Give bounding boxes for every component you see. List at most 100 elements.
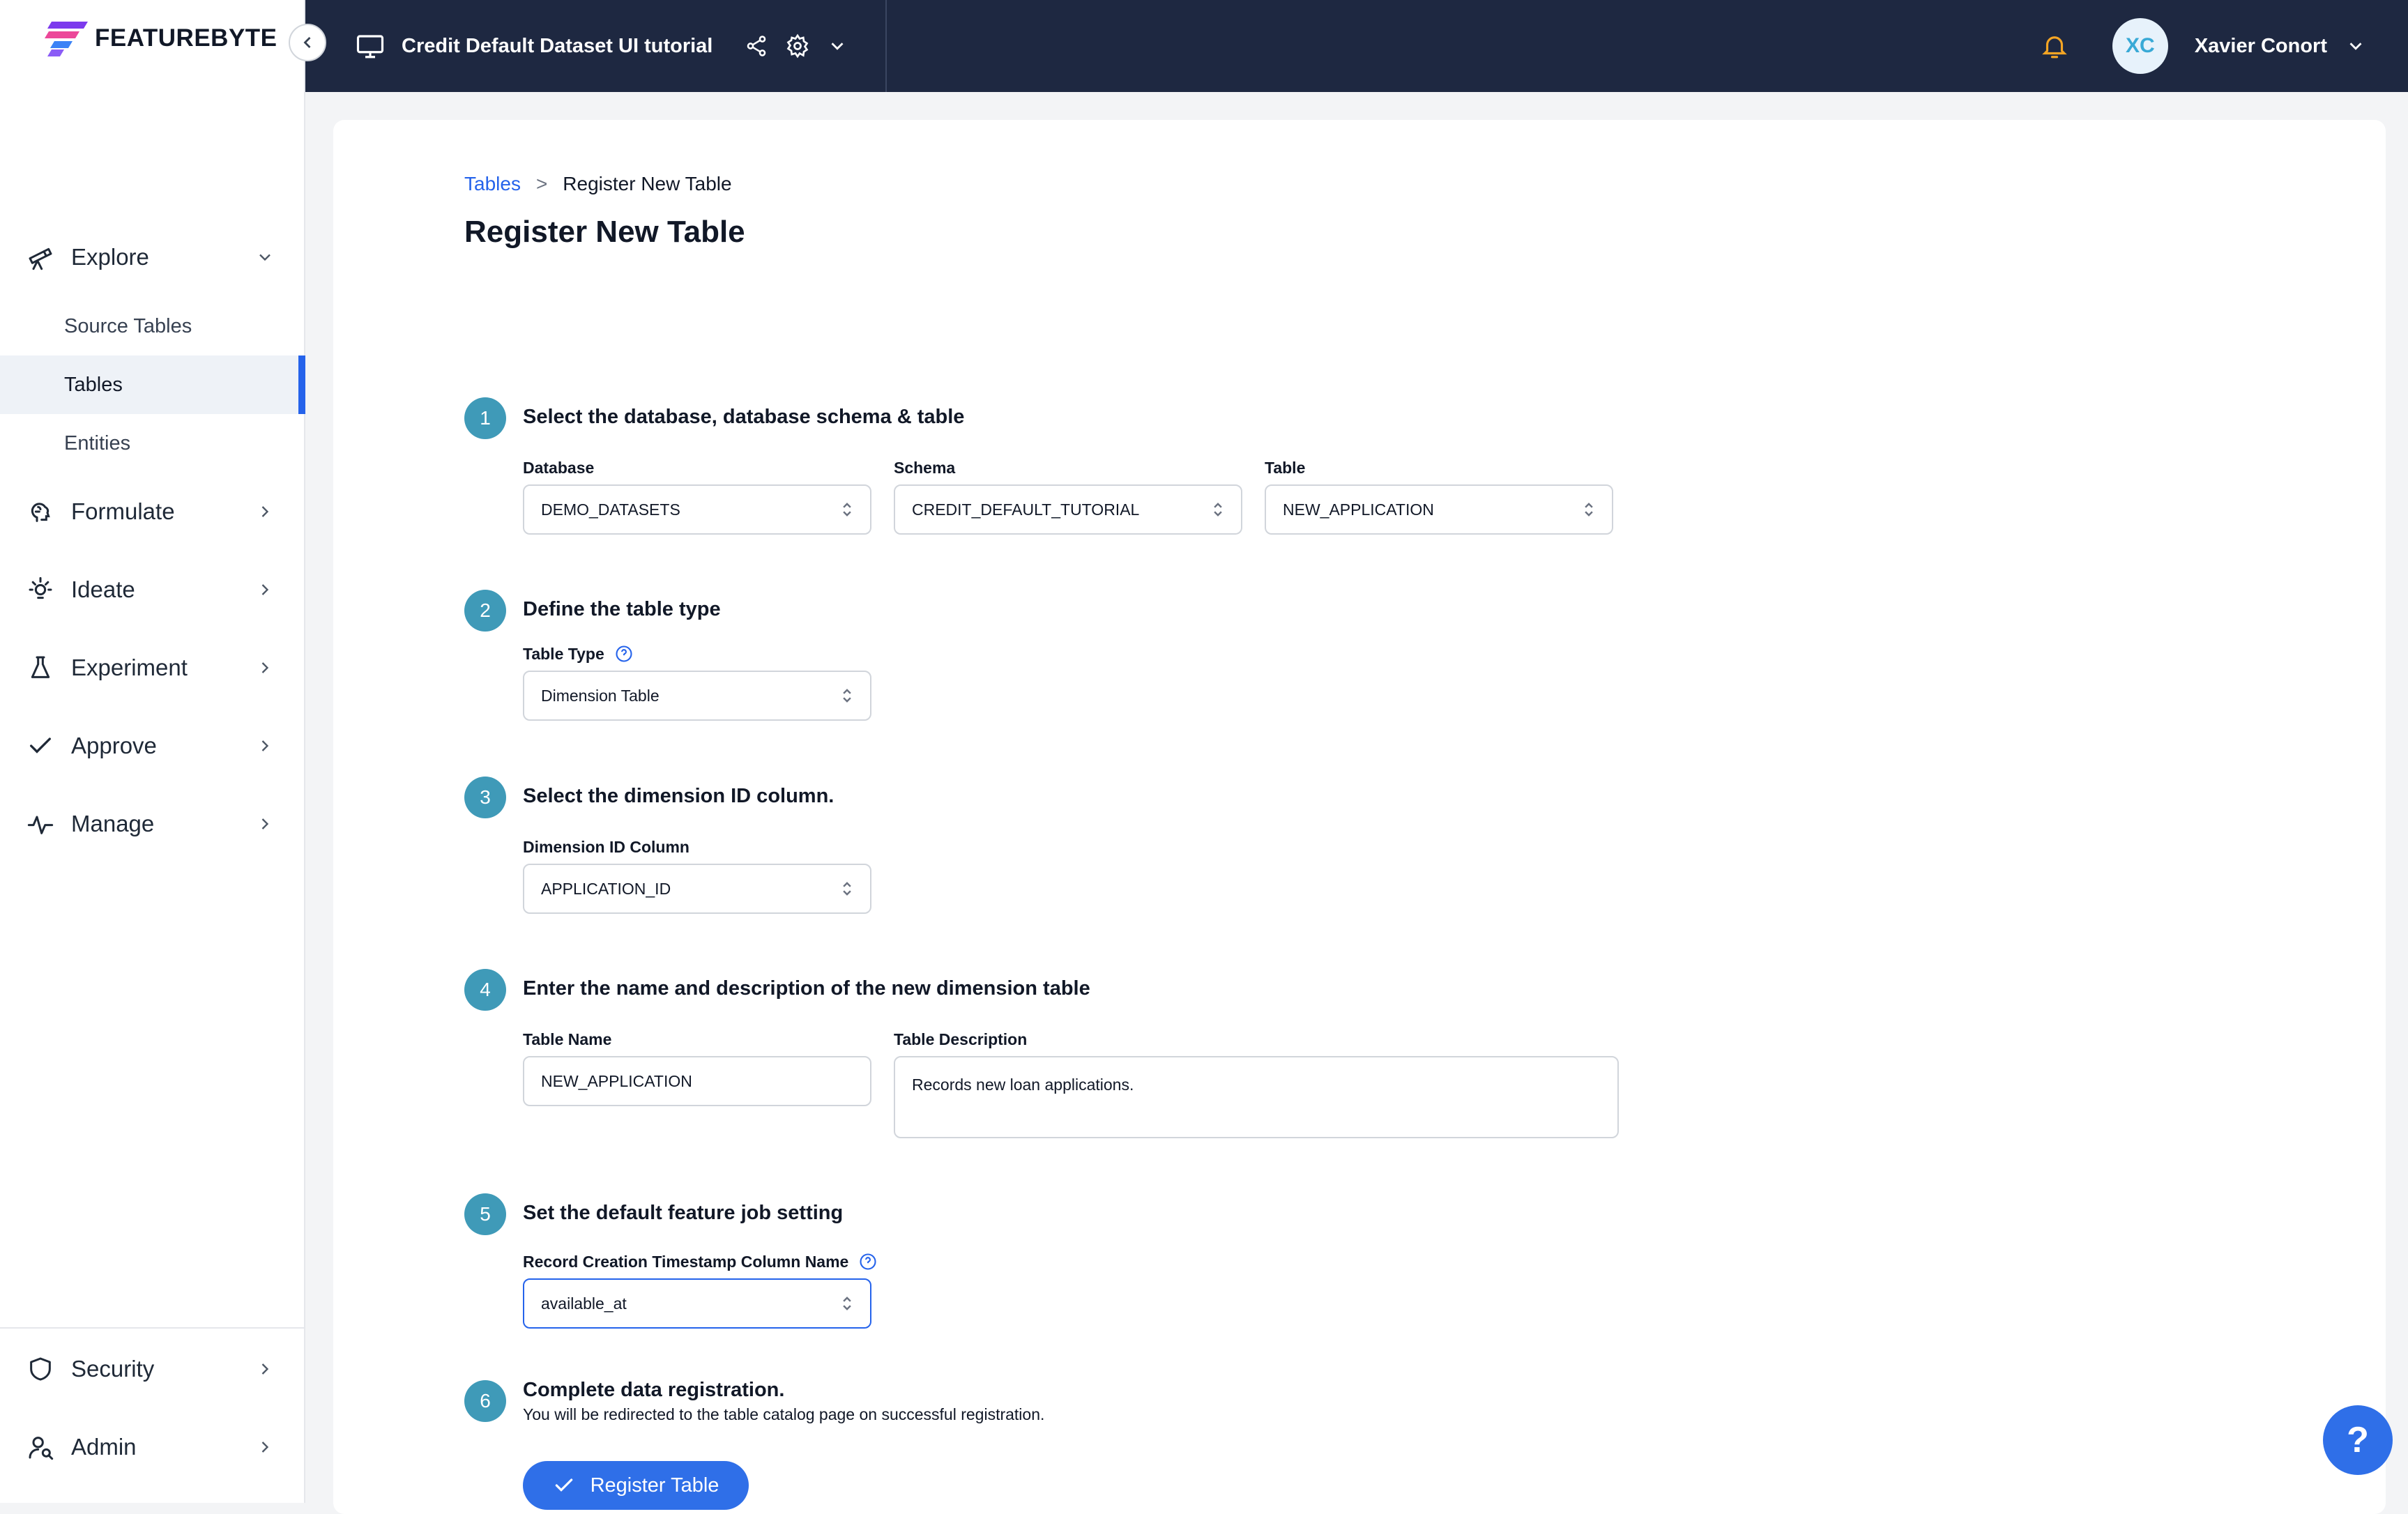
logo[interactable]: FEATUREBYTE xyxy=(45,18,277,59)
breadcrumb: Tables > Register New Table xyxy=(464,173,2138,195)
chevron-down-icon[interactable] xyxy=(827,36,848,56)
page-title: Register New Table xyxy=(464,215,745,249)
dimension-id-select[interactable]: APPLICATION_ID xyxy=(523,864,871,914)
field-label: Table Type xyxy=(523,644,871,664)
field-label: Table xyxy=(1265,459,1306,477)
sidebar-item-ideate[interactable]: Ideate xyxy=(0,560,305,619)
sidebar-item-label: Explore xyxy=(71,244,149,270)
field-label-text: Record Creation Timestamp Column Name xyxy=(523,1252,849,1271)
chevron-right-icon xyxy=(261,1442,269,1453)
record-timestamp-select[interactable]: available_at xyxy=(523,1278,871,1329)
user-search-icon xyxy=(29,1437,54,1460)
select-arrows-icon xyxy=(1585,503,1593,517)
table-description-textarea[interactable]: Records new loan applications. xyxy=(894,1056,1619,1138)
select-arrows-icon xyxy=(843,882,851,896)
schema-field: Schema CREDIT_DEFAULT_TUTORIAL xyxy=(894,459,1242,535)
step-number: 6 xyxy=(464,1380,506,1422)
sidebar-item-admin[interactable]: Admin xyxy=(0,1418,305,1476)
step-title: Select the database, database schema & t… xyxy=(523,406,965,428)
help-button[interactable]: ? xyxy=(2323,1405,2393,1475)
avatar[interactable]: XC xyxy=(2112,18,2168,74)
select-value: Dimension Table xyxy=(541,686,660,705)
select-arrows-icon xyxy=(843,503,851,517)
field-label-text: Table Type xyxy=(523,644,604,663)
chevron-down-icon xyxy=(259,254,270,261)
chevron-right-icon xyxy=(261,506,269,517)
brain-icon xyxy=(31,503,50,522)
featurebyte-logo-icon xyxy=(45,22,88,56)
table-type-field: Table Type Dimension Table xyxy=(523,644,871,721)
sidebar-item-manage[interactable]: Manage xyxy=(0,795,305,853)
step-title: Set the default feature job setting xyxy=(523,1202,844,1224)
database-select[interactable]: DEMO_DATASETS xyxy=(523,484,871,535)
table-name-input[interactable]: NEW_APPLICATION xyxy=(523,1056,871,1106)
catalog-selector[interactable]: Credit Default Dataset UI tutorial xyxy=(305,0,887,92)
table-select[interactable]: NEW_APPLICATION xyxy=(1265,484,1613,535)
user-name[interactable]: Xavier Conort xyxy=(2195,35,2327,58)
table-field: Table NEW_APPLICATION xyxy=(1265,459,1613,535)
table-description-field: Table Description Records new loan appli… xyxy=(894,1030,1619,1138)
field-label: Database xyxy=(523,459,595,477)
sidebar-subitem-tables[interactable]: Tables xyxy=(0,355,305,414)
sidebar-item-formulate[interactable]: Formulate xyxy=(0,482,305,541)
sidebar-item-label: Admin xyxy=(71,1434,137,1460)
select-value: available_at xyxy=(541,1294,627,1313)
select-value: DEMO_DATASETS xyxy=(541,500,680,519)
sidebar-item-approve[interactable]: Approve xyxy=(0,717,305,775)
check-icon xyxy=(555,1478,572,1492)
chevron-left-icon xyxy=(303,37,311,48)
sidebar-item-label: Experiment xyxy=(71,655,188,680)
chevron-down-icon[interactable] xyxy=(2345,36,2366,56)
sidebar: FEATUREBYTE Explore Source Tables Tables… xyxy=(0,0,305,1503)
step-number: 4 xyxy=(464,969,506,1011)
schema-select[interactable]: CREDIT_DEFAULT_TUTORIAL xyxy=(894,484,1242,535)
field-label: Table Name xyxy=(523,1030,612,1048)
table-type-select[interactable]: Dimension Table xyxy=(523,671,871,721)
select-arrows-icon xyxy=(843,1297,851,1310)
sidebar-item-experiment[interactable]: Experiment xyxy=(0,639,305,697)
shield-icon xyxy=(30,1357,51,1381)
breadcrumb-current: Register New Table xyxy=(563,173,732,194)
step-title: Complete data registration. xyxy=(523,1379,785,1401)
activity-icon xyxy=(27,816,54,834)
bell-icon[interactable] xyxy=(2040,31,2069,61)
step-number: 2 xyxy=(464,590,506,632)
step-title: Select the dimension ID column. xyxy=(523,785,835,807)
register-button-label: Register Table xyxy=(590,1474,719,1497)
sidebar-item-security[interactable]: Security xyxy=(0,1340,305,1398)
sidebar-item-label: Ideate xyxy=(71,576,135,602)
chevron-right-icon xyxy=(261,584,269,595)
sidebar-item-label: Manage xyxy=(71,811,155,836)
sidebar-item-explore[interactable]: Explore xyxy=(0,228,305,286)
sidebar-subitem-entities[interactable]: Entities xyxy=(0,414,305,473)
sidebar-item-label: Approve xyxy=(71,733,157,758)
step-title: Enter the name and description of the ne… xyxy=(523,977,1090,1000)
topbar: Credit Default Dataset UI tutorial XC Xa… xyxy=(305,0,2408,92)
gear-icon[interactable] xyxy=(785,33,810,59)
collapse-sidebar-button[interactable] xyxy=(289,24,326,61)
select-arrows-icon xyxy=(1214,503,1222,517)
select-value: NEW_APPLICATION xyxy=(1283,500,1434,519)
sidebar-subitem-source-tables[interactable]: Source Tables xyxy=(0,297,305,355)
field-label: Dimension ID Column xyxy=(523,838,689,856)
step-subtitle: You will be redirected to the table cata… xyxy=(523,1405,1045,1423)
register-form: Tables > Register New Table Register New… xyxy=(464,173,2138,1510)
step-number: 1 xyxy=(464,397,506,439)
field-label: Schema xyxy=(894,459,956,477)
flask-icon xyxy=(31,656,50,678)
share-icon[interactable] xyxy=(745,34,768,58)
breadcrumb-separator: > xyxy=(535,173,548,194)
help-circle-icon[interactable] xyxy=(858,1252,878,1271)
chevron-right-icon xyxy=(261,1363,269,1375)
main-card: Tables > Register New Table Register New… xyxy=(333,120,2386,1514)
select-value: CREDIT_DEFAULT_TUTORIAL xyxy=(912,500,1140,519)
breadcrumb-tables-link[interactable]: Tables xyxy=(464,173,521,195)
monitor-icon xyxy=(356,35,384,59)
user-area: XC Xavier Conort xyxy=(2040,0,2366,92)
catalog-title: Credit Default Dataset UI tutorial xyxy=(402,34,713,57)
sidebar-divider xyxy=(0,1327,305,1329)
step-title: Define the table type xyxy=(523,598,721,620)
select-arrows-icon xyxy=(843,689,851,703)
help-circle-icon[interactable] xyxy=(614,644,634,664)
database-field: Database DEMO_DATASETS xyxy=(523,459,871,535)
